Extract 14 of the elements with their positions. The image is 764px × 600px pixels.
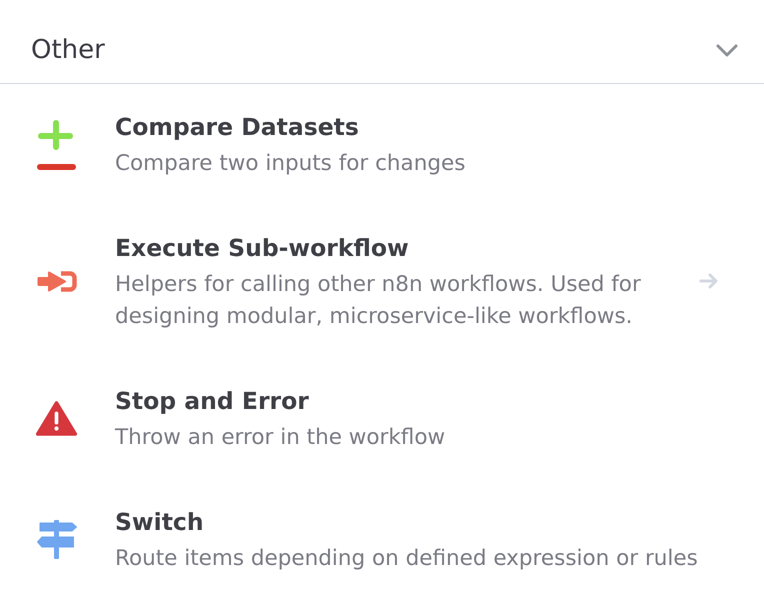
warning-icon <box>36 398 77 438</box>
signpost-icon <box>36 520 76 558</box>
node-description: Helpers for calling other n8n workflows. Used for designing modular, microservice-like workflows. <box>115 271 642 331</box>
chevron-icon[interactable] <box>716 44 738 56</box>
node-description: Compare two inputs for changes <box>115 150 466 178</box>
arrow-into-bracket-icon <box>36 270 76 292</box>
node-title[interactable]: Execute Sub-workflow <box>115 229 409 267</box>
node-title[interactable]: Stop and Error <box>115 382 309 420</box>
node-title[interactable]: Switch <box>115 503 204 541</box>
node-description: Route items depending on defined expression or rules <box>115 545 698 573</box>
category-title: Other <box>31 34 105 67</box>
node-title[interactable]: Compare Datasets <box>115 108 359 146</box>
node-description: Throw an error in the workflow <box>115 424 446 452</box>
plus-minus-icon <box>37 118 76 170</box>
